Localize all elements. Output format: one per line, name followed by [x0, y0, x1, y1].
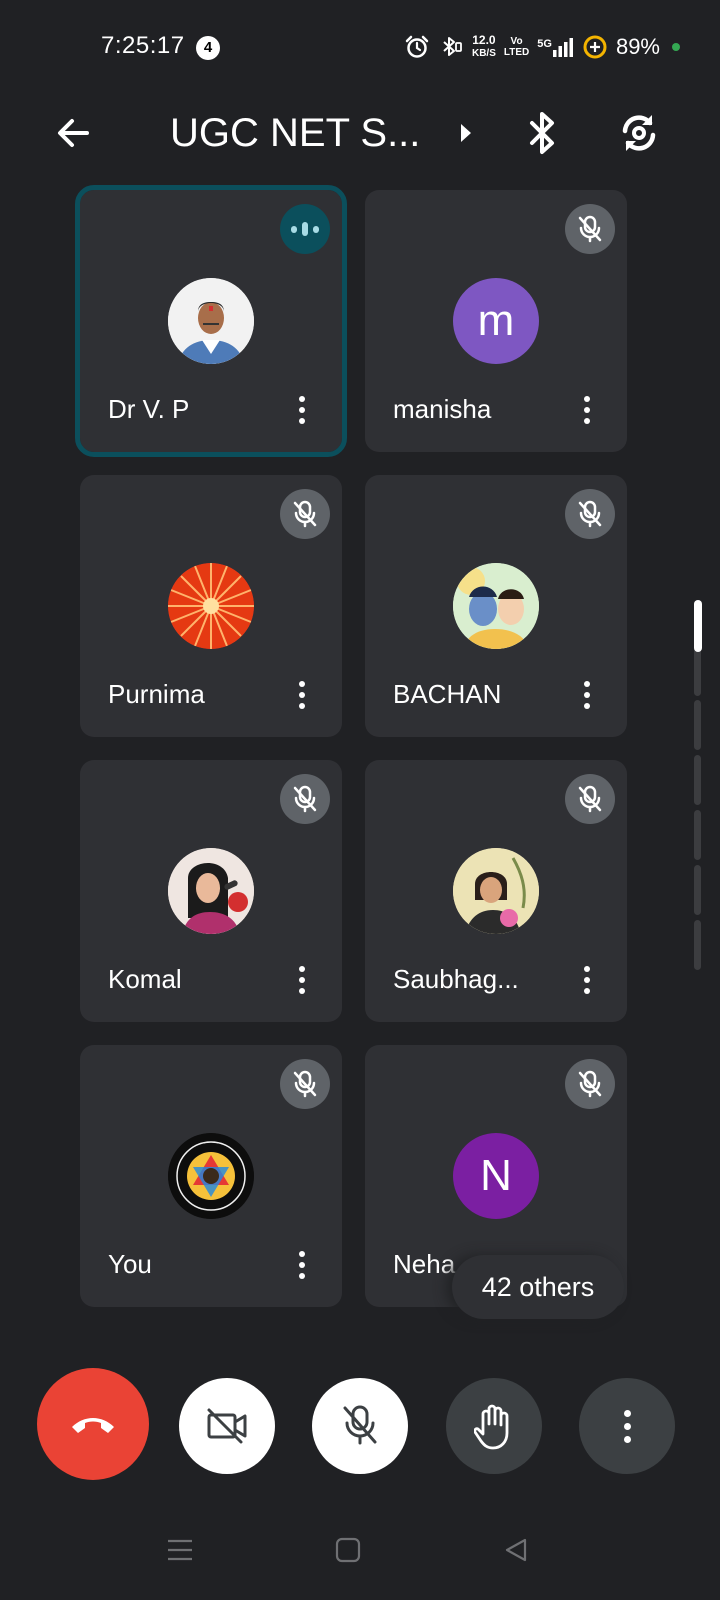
participant-tile[interactable]: Purnima [80, 475, 342, 737]
system-navigation-bar [0, 1520, 720, 1600]
avatar-letter: m [477, 296, 515, 345]
avatar: m [453, 278, 539, 364]
tile-more-button[interactable] [573, 390, 601, 430]
participant-name: Komal [108, 964, 182, 994]
participant-name: BACHAN [393, 679, 502, 709]
switch-camera-button[interactable] [612, 106, 666, 160]
recents-button[interactable] [150, 1520, 210, 1580]
back-nav-button[interactable] [486, 1520, 546, 1580]
net-speed: 12.0 KB/S [472, 34, 496, 60]
tile-more-button[interactable] [573, 960, 601, 1000]
volte-top: Vo [510, 36, 523, 47]
volte-bottom: LTED [503, 47, 530, 58]
avatar [168, 563, 254, 649]
net-speed-value: 12.0 [472, 33, 496, 47]
bluetooth-vibrate-icon [438, 34, 464, 60]
participant-photo [168, 278, 254, 364]
speaking-indicator-icon [280, 204, 330, 254]
audio-output-button[interactable] [518, 106, 568, 160]
participant-tile[interactable]: BACHAN [365, 475, 627, 737]
volte-indicator: Vo LTED [504, 36, 529, 58]
tile-more-button[interactable] [573, 675, 601, 715]
participant-tile[interactable]: Dr V. P [75, 185, 347, 457]
battery-saver-icon [582, 34, 608, 60]
participant-photo [168, 848, 254, 934]
avatar-letter: N [480, 1151, 512, 1200]
call-controls [0, 1368, 720, 1480]
back-button[interactable] [48, 108, 98, 158]
tile-more-button[interactable] [288, 390, 316, 430]
tile-more-button[interactable] [288, 960, 316, 1000]
participant-name: manisha [393, 394, 492, 424]
avatar [168, 1133, 254, 1219]
bluetooth-icon [530, 112, 554, 154]
mic-off-icon [280, 1059, 330, 1109]
participant-tile-self[interactable]: You [80, 1045, 342, 1307]
tile-more-button[interactable] [288, 1245, 316, 1285]
network-type: 5G [537, 38, 552, 50]
participant-name: Neha [393, 1249, 456, 1279]
participant-photo [168, 563, 254, 649]
others-chip[interactable]: 42 others [452, 1255, 624, 1319]
mic-off-icon [280, 774, 330, 824]
mic-off-icon [565, 1059, 615, 1109]
battery-percent: 89% [615, 34, 660, 59]
raise-hand-button[interactable] [446, 1378, 542, 1474]
participant-name: Purnima [108, 679, 205, 709]
tile-more-button[interactable] [288, 675, 316, 715]
camera-off-icon [207, 1408, 247, 1444]
hang-up-icon [72, 1418, 114, 1433]
participant-name: Dr V. P [108, 394, 190, 424]
mic-off-icon [565, 204, 615, 254]
end-call-button[interactable] [37, 1368, 149, 1480]
avatar [168, 278, 254, 364]
microphone-toggle-button[interactable] [312, 1378, 408, 1474]
chevron-right-icon[interactable] [454, 116, 478, 150]
notification-count-badge: 4 [196, 36, 220, 60]
mic-off-icon [280, 489, 330, 539]
participant-name: You [108, 1249, 152, 1279]
participant-name: Saubhag... [393, 964, 519, 994]
mic-off-icon [343, 1405, 377, 1445]
participant-tile[interactable]: Komal [80, 760, 342, 1022]
home-square-icon [335, 1537, 361, 1563]
mic-off-icon [565, 774, 615, 824]
status-icons: 12.0 KB/S Vo LTED 5G 89% [404, 30, 680, 64]
scroll-indicator[interactable] [694, 600, 702, 990]
call-header: UGC NET S... [0, 96, 720, 172]
avatar [168, 848, 254, 934]
back-triangle-icon [505, 1538, 527, 1562]
status-time: 7:25:17 [101, 32, 185, 59]
menu-icon [168, 1539, 192, 1561]
charging-dot [672, 43, 680, 51]
alarm-icon [404, 34, 430, 60]
more-options-button[interactable] [579, 1378, 675, 1474]
avatar [453, 563, 539, 649]
camera-toggle-button[interactable] [179, 1378, 275, 1474]
raise-hand-icon [474, 1404, 509, 1450]
arrow-left-icon [58, 119, 89, 147]
home-button[interactable] [318, 1520, 378, 1580]
switch-camera-icon [622, 115, 656, 151]
mic-off-icon [565, 489, 615, 539]
participant-tile[interactable]: Saubhag... [365, 760, 627, 1022]
participant-photo [453, 848, 539, 934]
avatar: N [453, 1133, 539, 1219]
signal-5g-icon: 5G [537, 36, 574, 58]
net-speed-unit: KB/S [471, 48, 496, 59]
participant-photo [453, 563, 539, 649]
avatar [453, 848, 539, 934]
meeting-title[interactable]: UGC NET S... [170, 108, 420, 158]
status-bar: 7:25:17 4 12.0 KB/S Vo LTED 5G 89% [0, 0, 720, 96]
participant-tile[interactable]: m manisha [365, 190, 627, 452]
logo-photo [168, 1133, 254, 1219]
scroll-thumb[interactable] [694, 600, 702, 652]
